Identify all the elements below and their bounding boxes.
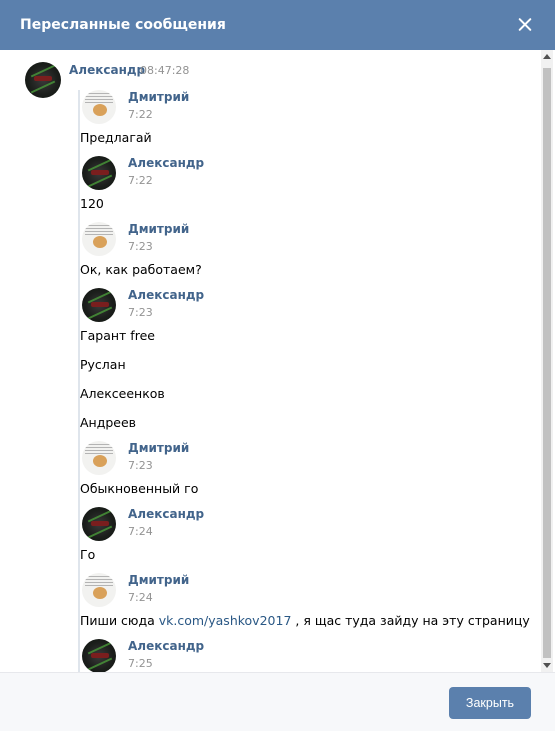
message-text: Ок, как работаем? — [80, 262, 202, 277]
message-time: 7:23 — [128, 240, 153, 253]
forwarded-messages-list: Дмитрий 7:22 Предлагай Александр 7:22 120 Дмит… — [78, 90, 538, 672]
author-name[interactable]: Александр — [128, 639, 204, 653]
message-time: 7:25 — [128, 657, 153, 670]
message-text: Предлагай — [80, 130, 152, 145]
message-text: 120 — [80, 196, 104, 211]
message-time: 7:22 — [128, 108, 153, 121]
avatar[interactable] — [82, 573, 116, 607]
message-time: 7:22 — [128, 174, 153, 187]
dialog-footer: Закрыть — [0, 672, 555, 731]
scroll-up-arrow-icon[interactable] — [543, 54, 551, 59]
dialog-header: Пересланные сообщения — [0, 0, 555, 50]
scroll-down-arrow-icon[interactable] — [543, 663, 551, 668]
author-name[interactable]: Александр — [128, 507, 204, 521]
author-name[interactable]: Александр — [128, 288, 204, 302]
author-name[interactable]: Александр — [128, 156, 204, 170]
message-time: 7:24 — [128, 525, 153, 538]
message-text: Алексеенков — [80, 386, 165, 401]
messages-scroll-area[interactable]: Александр 08:47:28 Дмитрий 7:22 Предлагай А… — [0, 50, 538, 672]
message-time: 7:24 — [128, 591, 153, 604]
author-name[interactable]: Дмитрий — [128, 441, 189, 455]
message-text-after-link: , я щас туда зайду на эту страницу — [291, 613, 530, 628]
message-text: Гарант free — [80, 328, 155, 343]
message-text: Руслан — [80, 357, 126, 372]
author-name[interactable]: Дмитрий — [128, 573, 189, 587]
avatar[interactable] — [82, 441, 116, 475]
message-time: 08:47:28 — [140, 64, 190, 77]
avatar[interactable] — [82, 156, 116, 190]
message-text: Андреев — [80, 415, 137, 430]
message-link[interactable]: vk.com/yashkov2017 — [159, 613, 292, 628]
close-icon[interactable] — [515, 15, 535, 35]
message-text-before-link: Пиши сюда — [80, 613, 159, 628]
avatar[interactable] — [82, 222, 116, 256]
message-text: Обыкновенный го — [80, 481, 199, 496]
author-name[interactable]: Дмитрий — [128, 222, 189, 236]
scrollbar[interactable] — [541, 50, 553, 672]
message-time: 7:23 — [128, 306, 153, 319]
dialog-title: Пересланные сообщения — [20, 17, 226, 33]
avatar[interactable] — [82, 507, 116, 541]
dialog-body: Александр 08:47:28 Дмитрий 7:22 Предлагай А… — [0, 50, 555, 672]
scroll-thumb[interactable] — [543, 68, 551, 658]
message-time: 7:23 — [128, 459, 153, 472]
message-text: Го — [80, 547, 96, 562]
avatar[interactable] — [82, 288, 116, 322]
author-name[interactable]: Александр — [69, 63, 145, 77]
avatar[interactable] — [25, 62, 61, 98]
author-name[interactable]: Дмитрий — [128, 90, 189, 104]
forwarded-messages-dialog: Пересланные сообщения Александр 08:47:28… — [0, 0, 555, 731]
close-button[interactable]: Закрыть — [449, 687, 531, 719]
avatar[interactable] — [82, 90, 116, 124]
message-text: Пиши сюда vk.com/yashkov2017 , я щас туд… — [80, 613, 530, 628]
avatar[interactable] — [82, 639, 116, 672]
